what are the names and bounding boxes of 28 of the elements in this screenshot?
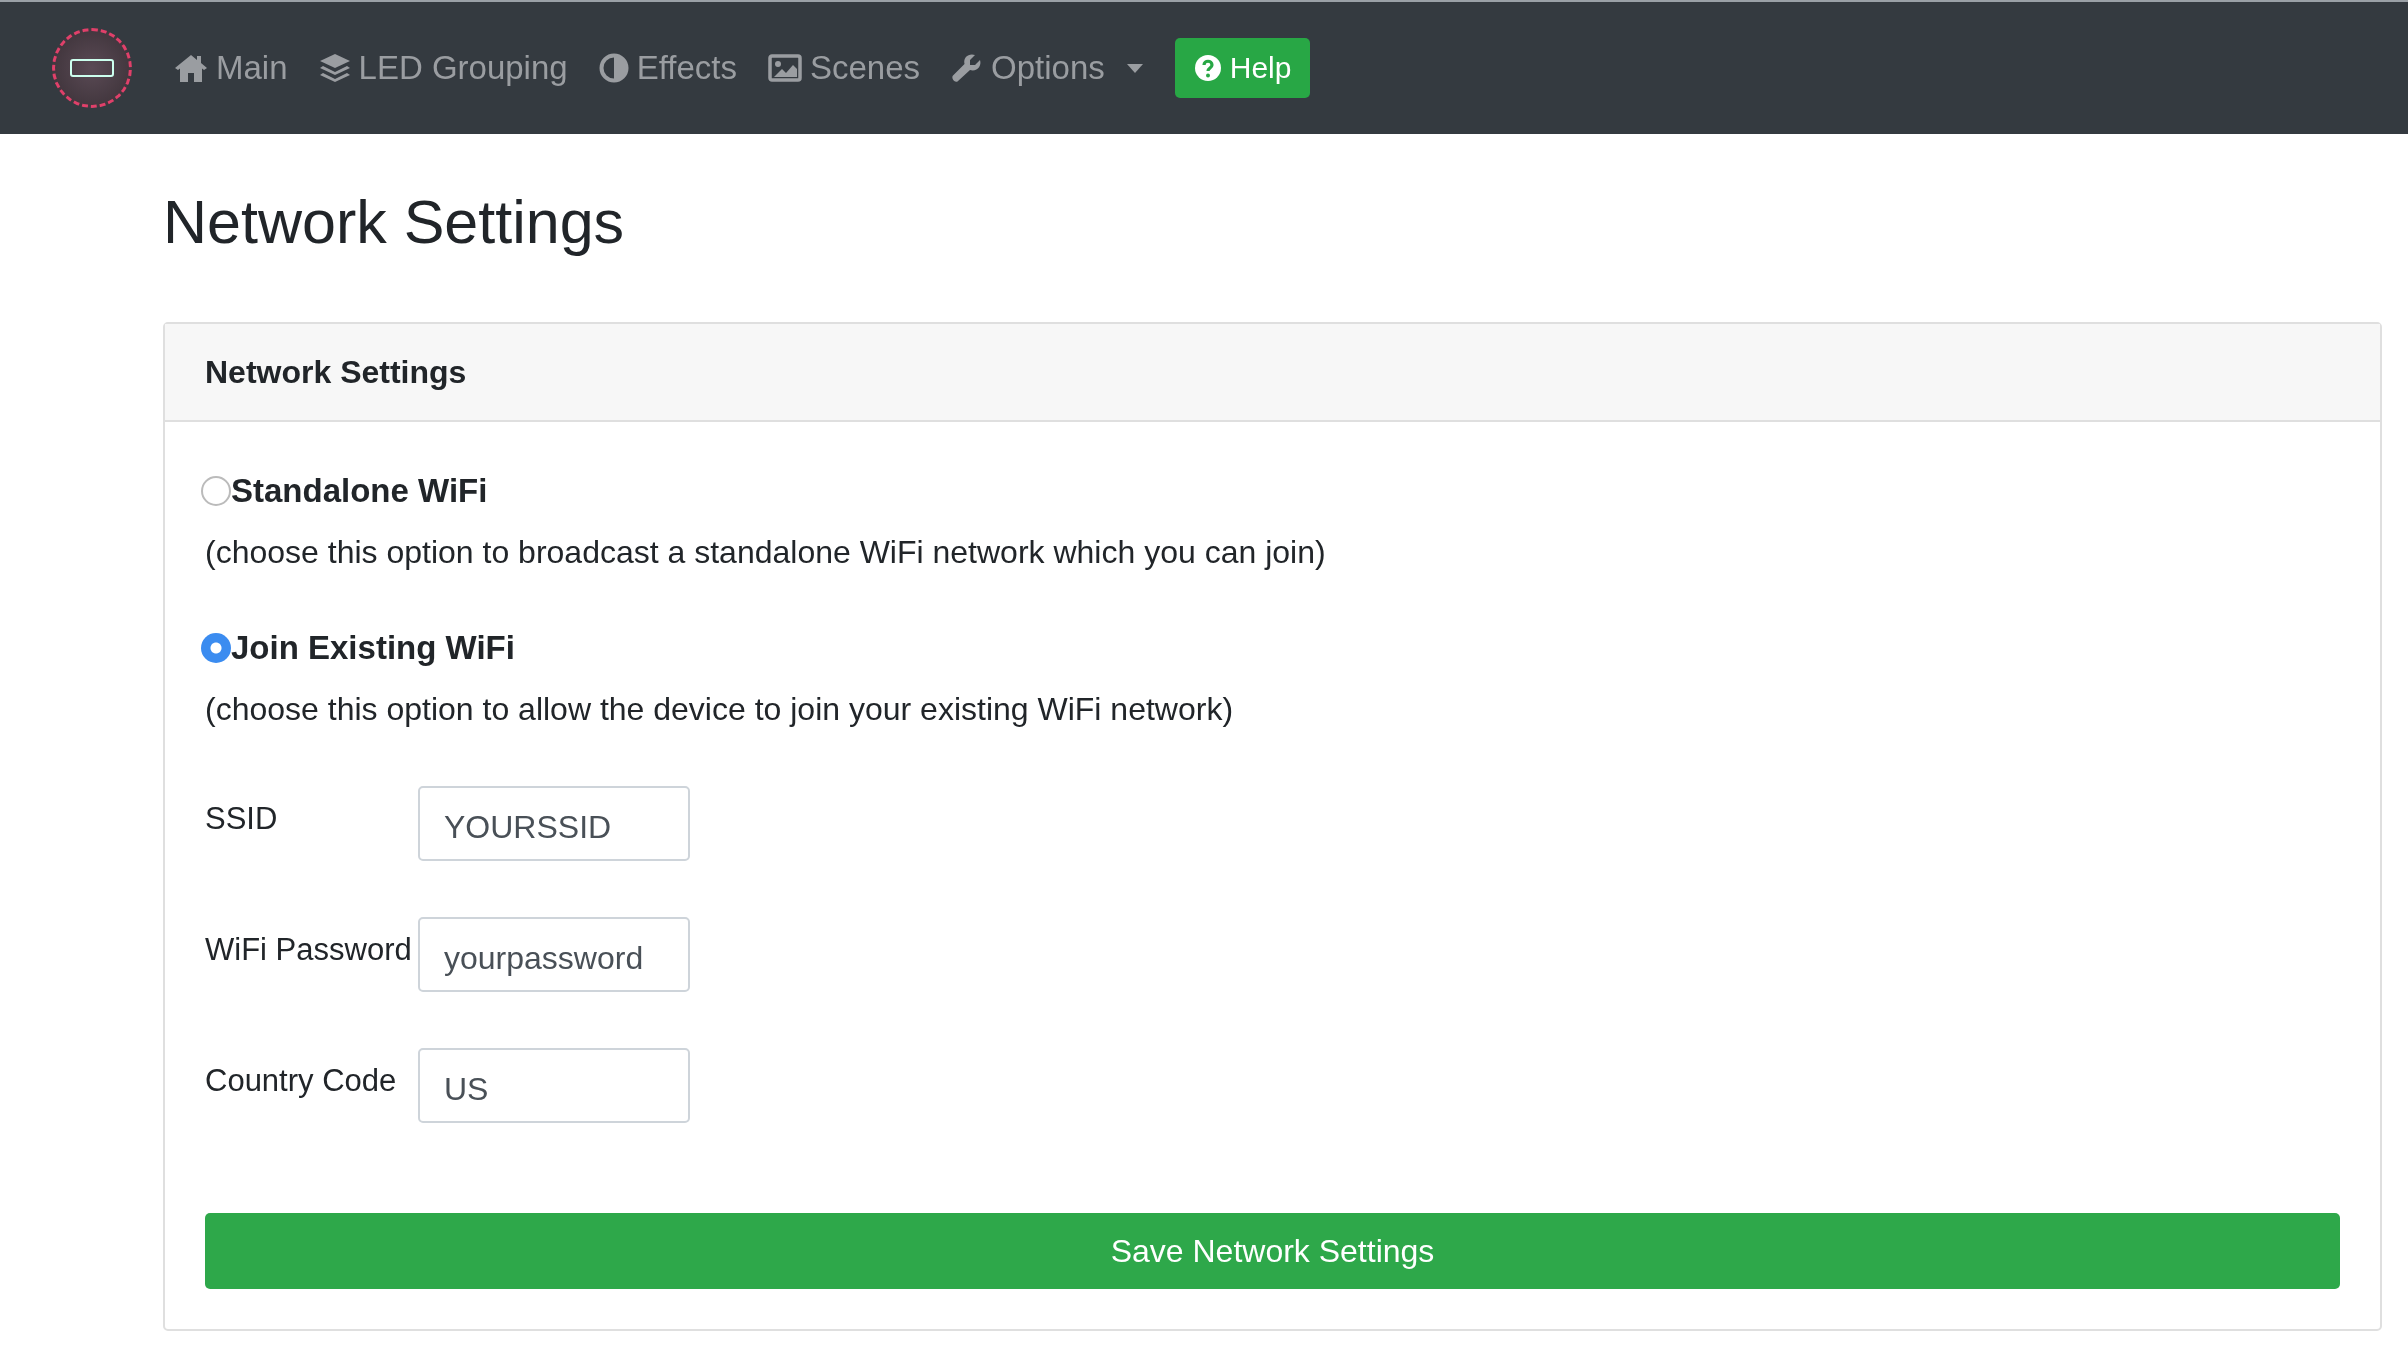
field-label: Country Code	[205, 1062, 398, 1099]
layers-icon	[318, 52, 351, 84]
half-circle-icon	[598, 53, 629, 83]
radio-button[interactable]	[201, 633, 231, 664]
nav-link[interactable]: Main	[174, 49, 288, 87]
wrench-icon	[951, 52, 983, 84]
caret-icon	[1126, 63, 1143, 73]
option-description: (choose this option to allow the device to join your existing WiFi network)	[205, 691, 1235, 729]
field-label: WiFi Password	[205, 931, 413, 968]
page-title: Network Settings	[163, 187, 625, 258]
option-label[interactable]: Join Existing WiFi	[231, 629, 515, 668]
input-field[interactable]: YOURSSID	[418, 786, 690, 862]
input-field[interactable]: yourpassword	[418, 917, 690, 993]
nav-link[interactable]: Scenes	[767, 49, 920, 87]
home-icon	[174, 53, 208, 83]
question-circle-icon	[1193, 54, 1222, 82]
option-description: (choose this option to broadcast a standalone WiFi network which you can join)	[205, 534, 1327, 572]
help-button[interactable]: Help	[1174, 38, 1311, 98]
image-icon	[767, 54, 802, 82]
nav-link[interactable]: LED Grouping	[318, 49, 568, 87]
nav-link[interactable]: Effects	[598, 49, 737, 87]
nav-link[interactable]: Options	[951, 49, 1143, 87]
option-label[interactable]: Standalone WiFi	[231, 472, 488, 511]
save-button[interactable]: Save Network Settings	[205, 1213, 2340, 1290]
field-label: SSID	[205, 800, 279, 837]
radio-button[interactable]	[201, 476, 231, 507]
input-field[interactable]: US	[418, 1048, 690, 1124]
card-title: Network Settings	[205, 353, 467, 391]
